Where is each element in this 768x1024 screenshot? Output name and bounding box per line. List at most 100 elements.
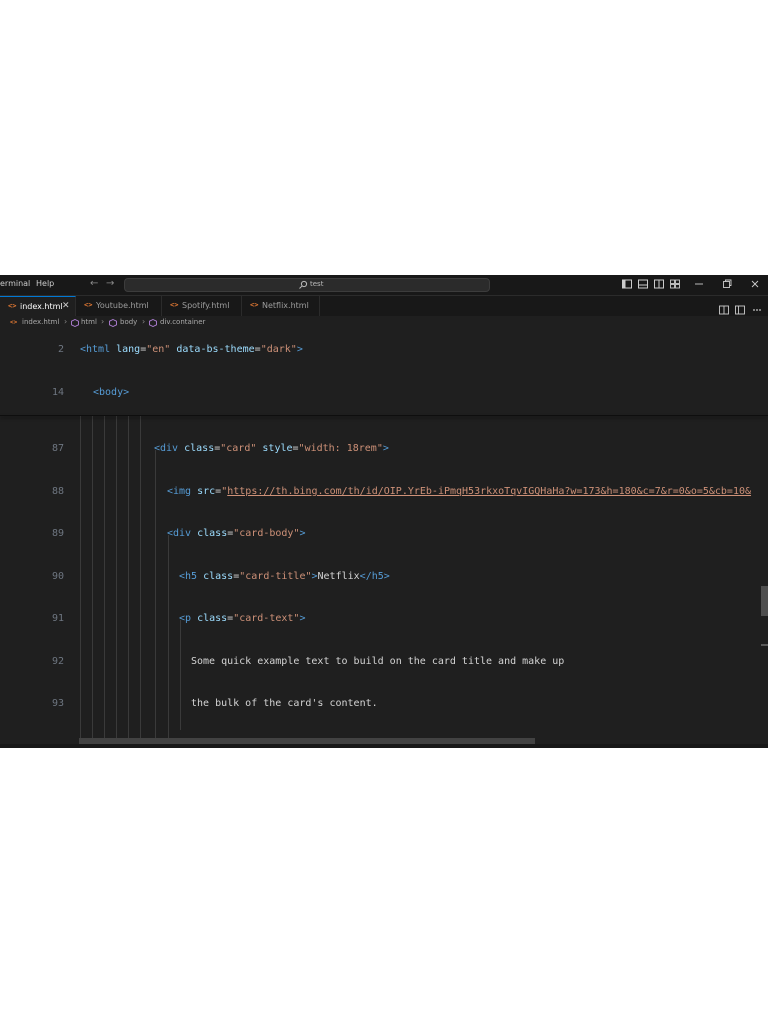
customize-layout-icon[interactable] xyxy=(669,277,681,291)
code-token: <div xyxy=(154,443,185,454)
code-token: src xyxy=(197,486,216,497)
line-number: 14 xyxy=(51,387,64,398)
tab-label: Spotify.html xyxy=(182,301,230,310)
more-actions-icon[interactable] xyxy=(751,301,763,313)
overview-ruler-mark xyxy=(761,644,768,646)
code-editor[interactable]: 2 <html lang="en" data-bs-theme="dark"> 14… xyxy=(0,330,768,748)
code-line[interactable]: 92 Some quick example text to build on th… xyxy=(0,656,768,676)
chevron-right-icon: › xyxy=(64,317,68,326)
menu-terminal[interactable]: erminal xyxy=(0,279,30,288)
html-file-icon: <> xyxy=(10,319,18,326)
preview-icon[interactable] xyxy=(734,301,746,315)
code-token: <body> xyxy=(93,387,130,398)
code-text: <div class="card-body"> xyxy=(167,528,306,539)
code-token: "card-title" xyxy=(239,571,312,582)
code-line[interactable]: 90 <h5 class="card-title">Netflix</h5> xyxy=(0,571,768,591)
code-token: <img xyxy=(167,486,198,497)
code-text: <div class="card" style="width: 18rem"> xyxy=(154,443,389,454)
code-token: > xyxy=(299,613,306,624)
cube-symbol-icon xyxy=(71,319,79,327)
code-token: lang xyxy=(116,344,141,355)
tab-label: index.html xyxy=(20,302,63,311)
code-line[interactable]: 14 <body> xyxy=(0,387,768,407)
code-token: </h5> xyxy=(359,571,390,582)
code-token: "width: 18rem" xyxy=(298,443,383,454)
command-center-search[interactable]: test xyxy=(124,278,490,292)
toggle-primary-sidebar-icon[interactable] xyxy=(621,277,633,291)
vertical-scrollbar-thumb[interactable] xyxy=(761,586,768,616)
code-line[interactable]: 87 <div class="card" style="width: 18rem"… xyxy=(0,443,768,463)
editor-tab-bar: <> index.html ✕ <> Youtube.html <> Spoti… xyxy=(0,296,768,317)
line-number: 93 xyxy=(51,698,64,709)
breadcrumb-file[interactable]: index.html xyxy=(22,318,59,326)
code-token: the bulk of the card's content. xyxy=(191,698,378,709)
code-text: the bulk of the card's content. xyxy=(191,698,378,709)
breadcrumb-html[interactable]: html xyxy=(81,318,97,326)
code-token: style xyxy=(262,443,293,454)
code-token: > xyxy=(299,528,306,539)
code-token[interactable]: https://th.bing.com/th/id/OIP.YrEb-iPmqH… xyxy=(227,486,751,497)
code-text: <h5 class="card-title">Netflix</h5> xyxy=(179,571,390,582)
code-line[interactable]: 93 the bulk of the card's content. xyxy=(0,698,768,718)
toggle-secondary-sidebar-icon[interactable] xyxy=(653,277,665,291)
code-text: <body> xyxy=(93,387,129,398)
code-token: class xyxy=(203,571,234,582)
search-icon xyxy=(299,280,308,289)
title-bar: erminal Help ← → test xyxy=(0,275,768,296)
toggle-panel-icon[interactable] xyxy=(637,277,649,291)
breadcrumb: <> index.html › html › body › div.contai… xyxy=(0,316,768,330)
tab-netflix-html[interactable]: <> Netflix.html xyxy=(242,296,320,316)
tab-index-html[interactable]: <> index.html ✕ xyxy=(0,296,76,316)
line-number: 89 xyxy=(51,528,64,539)
code-token: "dark" xyxy=(260,344,297,355)
chevron-right-icon: › xyxy=(142,317,146,326)
line-number: 87 xyxy=(51,443,64,454)
line-number: 2 xyxy=(57,344,64,355)
code-token: Some quick example text to build on the … xyxy=(191,656,565,667)
split-editor-icon[interactable] xyxy=(718,301,730,315)
line-number: 88 xyxy=(51,486,64,497)
status-bar xyxy=(0,744,768,748)
code-text: <img src="https://th.bing.com/th/id/OIP.… xyxy=(167,486,751,497)
code-token: "card" xyxy=(220,443,257,454)
search-text: test xyxy=(310,280,324,288)
breadcrumb-body[interactable]: body xyxy=(120,318,137,326)
line-number: 90 xyxy=(51,571,64,582)
close-icon[interactable]: ✕ xyxy=(62,301,70,311)
code-token: class xyxy=(197,528,228,539)
tab-label: Youtube.html xyxy=(96,301,149,310)
line-number: 92 xyxy=(51,656,64,667)
code-token: <html xyxy=(80,344,117,355)
cube-symbol-icon xyxy=(149,319,157,327)
code-token: <p xyxy=(179,613,198,624)
code-token: "en" xyxy=(146,344,171,355)
html-file-icon: <> xyxy=(170,301,179,309)
menu-help[interactable]: Help xyxy=(36,279,54,288)
close-icon[interactable] xyxy=(749,277,761,291)
code-line[interactable]: 88 <img src="https://th.bing.com/th/id/OI… xyxy=(0,486,768,506)
tab-youtube-html[interactable]: <> Youtube.html xyxy=(76,296,162,316)
restore-icon[interactable] xyxy=(721,277,733,291)
code-token: > xyxy=(382,443,389,454)
code-token: "card-text" xyxy=(233,613,300,624)
code-token: class xyxy=(197,613,228,624)
breadcrumb-div-container[interactable]: div.container xyxy=(160,318,205,326)
code-token: <h5 xyxy=(179,571,204,582)
vscode-window: erminal Help ← → test <> index.html ✕ <>… xyxy=(0,275,768,748)
html-file-icon: <> xyxy=(250,301,259,309)
code-line[interactable]: 2 <html lang="en" data-bs-theme="dark"> xyxy=(0,344,768,364)
code-text: <html lang="en" data-bs-theme="dark"> xyxy=(80,344,303,355)
code-text: <p class="card-text"> xyxy=(179,613,305,624)
minimize-icon[interactable] xyxy=(693,277,705,291)
code-token: data-bs-theme xyxy=(176,344,255,355)
cube-symbol-icon xyxy=(109,319,117,327)
html-file-icon: <> xyxy=(8,302,17,310)
code-line[interactable]: 91 <p class="card-text"> xyxy=(0,613,768,633)
tab-label: Netflix.html xyxy=(262,301,309,310)
back-arrow-icon[interactable]: ← xyxy=(90,278,98,289)
html-file-icon: <> xyxy=(84,301,93,309)
code-line[interactable]: 89 <div class="card-body"> xyxy=(0,528,768,548)
code-text: Some quick example text to build on the … xyxy=(191,656,564,667)
tab-spotify-html[interactable]: <> Spotify.html xyxy=(162,296,242,316)
forward-arrow-icon[interactable]: → xyxy=(106,278,114,289)
